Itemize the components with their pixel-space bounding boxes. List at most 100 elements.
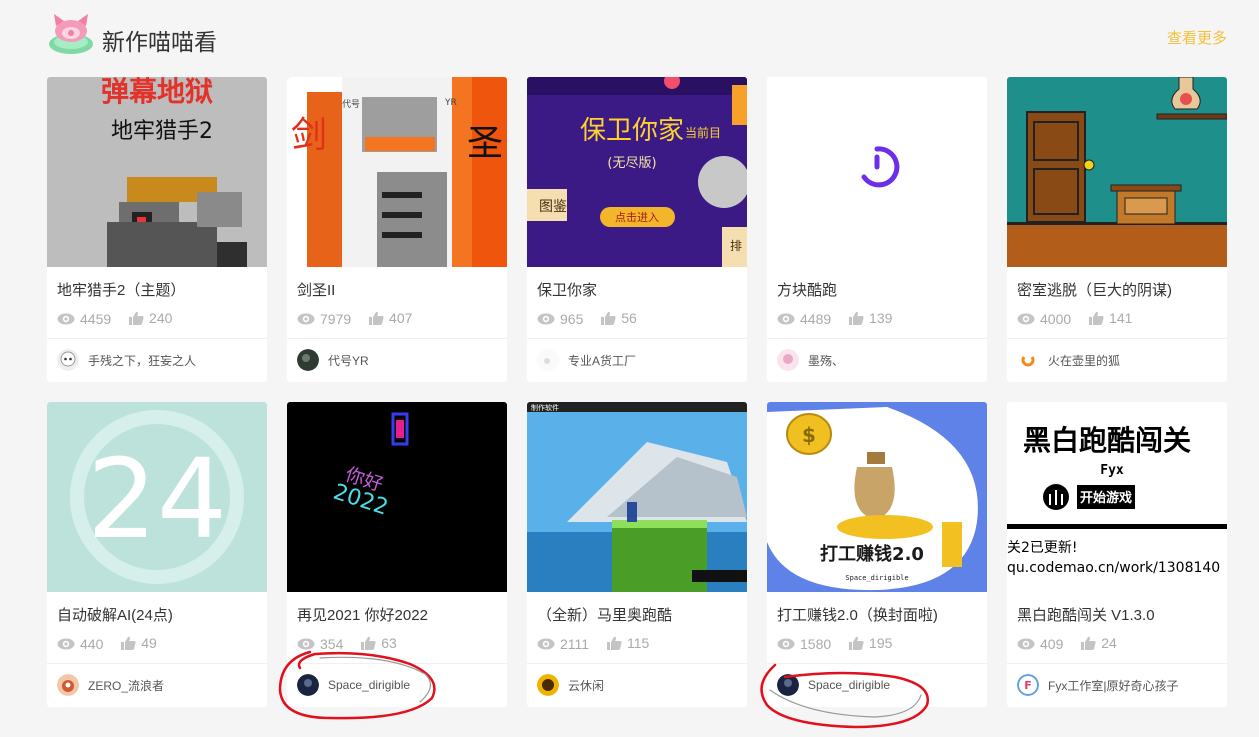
- work-title[interactable]: 再见2021 你好2022: [297, 604, 502, 625]
- avatar[interactable]: [1017, 349, 1039, 371]
- work-thumbnail[interactable]: 你好 2022: [287, 402, 507, 592]
- eye-icon: [297, 638, 315, 650]
- section-title: 新作喵喵看: [102, 29, 217, 55]
- card-divider: [47, 663, 267, 664]
- work-stats: 1580 195: [777, 635, 906, 653]
- work-thumbnail[interactable]: $ 打工赚钱2.0 Space_dirigible: [767, 402, 987, 592]
- author[interactable]: 火在壶里的狐: [1017, 348, 1120, 372]
- thumb-text: (无尽版): [607, 156, 656, 171]
- thumb-text: 保卫你家: [580, 116, 684, 146]
- avatar[interactable]: [57, 674, 79, 696]
- work-title[interactable]: 打工赚钱2.0（换封面啦): [777, 604, 982, 625]
- author[interactable]: 专业A货工厂: [537, 348, 636, 372]
- thumb-text: 制作软件: [531, 403, 559, 412]
- avatar[interactable]: [777, 674, 799, 696]
- work-title[interactable]: 密室逃脱（巨大的阴谋): [1017, 279, 1222, 300]
- thumb-text: qu.codemao.cn/work/1308140: [1007, 560, 1220, 576]
- view-count: 409: [1040, 636, 1064, 652]
- author-name[interactable]: 手残之下，狂妄之人: [88, 352, 196, 369]
- avatar[interactable]: [297, 349, 319, 371]
- work-title[interactable]: （全新）马里奥跑酷: [537, 604, 742, 625]
- author[interactable]: 手残之下，狂妄之人: [57, 348, 196, 372]
- view-count: 440: [80, 636, 104, 652]
- work-title[interactable]: 地牢猎手2（主题）: [57, 279, 262, 300]
- work-title[interactable]: 黑白跑酷闯关 V1.3.0: [1017, 604, 1222, 625]
- thumbs-up-icon: [849, 311, 864, 325]
- author[interactable]: ZERO_流浪者: [57, 673, 164, 697]
- author-name[interactable]: 云休闲: [568, 677, 604, 694]
- work-card[interactable]: 剑 圣 代号 YR 剑圣II 7979 407 代号YR: [287, 77, 507, 382]
- author-name[interactable]: 专业A货工厂: [568, 352, 636, 369]
- thumb-text: YR: [444, 98, 457, 108]
- work-card[interactable]: 24 自动破解AI(24点) 440 49 ZERO_流浪者: [47, 402, 267, 707]
- view-count: 965: [560, 311, 584, 327]
- work-thumbnail[interactable]: 保卫你家 (无尽版) 当前目 点击进入 图鉴 排: [527, 77, 747, 267]
- section-header: 新作喵喵看 查看更多: [47, 12, 1227, 62]
- thumb-text: 地牢猎手2: [111, 119, 213, 144]
- author[interactable]: F Fyx工作室|原好奇心孩子: [1017, 673, 1178, 697]
- view-count: 1580: [800, 636, 832, 652]
- work-thumbnail[interactable]: [767, 77, 987, 267]
- work-title[interactable]: 保卫你家: [537, 279, 742, 300]
- work-card[interactable]: 密室逃脱（巨大的阴谋) 4000 141 火在壶里的狐: [1007, 77, 1227, 382]
- eye-icon: [777, 313, 795, 325]
- work-card[interactable]: 保卫你家 (无尽版) 当前目 点击进入 图鉴 排 保卫你家 965 56 专业A…: [527, 77, 747, 382]
- author-name[interactable]: Space_dirigible: [328, 678, 410, 692]
- work-card[interactable]: 弹幕地狱 地牢猎手2 地牢猎手2（主题） 4459 240 手残之下，狂妄之人: [47, 77, 267, 382]
- author[interactable]: 云休闲: [537, 673, 604, 697]
- card-divider: [287, 338, 507, 339]
- author-name[interactable]: 代号YR: [328, 352, 369, 369]
- author[interactable]: Space_dirigible: [297, 673, 410, 697]
- view-count: 4489: [800, 311, 832, 327]
- author[interactable]: 墨殇、: [777, 348, 844, 372]
- view-more-link[interactable]: 查看更多: [1167, 27, 1227, 48]
- work-thumbnail[interactable]: [1007, 77, 1227, 267]
- thumb-text: 图鉴: [539, 199, 567, 215]
- eye-icon: [1017, 313, 1035, 325]
- thumb-text: Space_dirigible: [845, 574, 908, 582]
- avatar[interactable]: [537, 349, 559, 371]
- view-count: 4000: [1040, 311, 1072, 327]
- avatar[interactable]: [777, 349, 799, 371]
- work-card[interactable]: 你好 2022 再见2021 你好2022 354 63 Space_dirig…: [287, 402, 507, 707]
- work-thumbnail[interactable]: 黑白跑酷闯关 Fyx 开始游戏 关2已更新! qu.codemao.cn/wor…: [1007, 402, 1227, 592]
- work-thumbnail[interactable]: 剑 圣 代号 YR: [287, 77, 507, 267]
- thumb-text: 弹幕地狱: [101, 77, 213, 108]
- view-count: 7979: [320, 311, 352, 327]
- author-name[interactable]: Fyx工作室|原好奇心孩子: [1048, 677, 1178, 694]
- author-name[interactable]: 火在壶里的狐: [1048, 352, 1120, 369]
- author-name[interactable]: ZERO_流浪者: [88, 677, 164, 694]
- thumbs-up-icon: [129, 311, 144, 325]
- eye-icon: [537, 638, 555, 650]
- avatar[interactable]: [537, 674, 559, 696]
- work-card[interactable]: 制作软件 （全新）马里奥跑酷 2111 115 云休闲: [527, 402, 747, 707]
- like-count: 56: [621, 310, 637, 326]
- thumb-text: 24: [87, 435, 227, 563]
- thumbs-up-icon: [1089, 311, 1104, 325]
- card-divider: [527, 338, 747, 339]
- work-title[interactable]: 方块酷跑: [777, 279, 982, 300]
- thumb-text: 当前目: [685, 125, 721, 140]
- work-title[interactable]: 剑圣II: [297, 279, 502, 300]
- author-name[interactable]: Space_dirigible: [808, 678, 890, 692]
- work-card[interactable]: 方块酷跑 4489 139 墨殇、: [767, 77, 987, 382]
- work-stats: 440 49: [57, 635, 171, 653]
- card-divider: [287, 663, 507, 664]
- avatar[interactable]: [297, 674, 319, 696]
- work-card[interactable]: 黑白跑酷闯关 Fyx 开始游戏 关2已更新! qu.codemao.cn/wor…: [1007, 402, 1227, 707]
- like-count: 115: [626, 635, 650, 651]
- eye-icon: [537, 313, 555, 325]
- work-title[interactable]: 自动破解AI(24点): [57, 604, 262, 625]
- author-name[interactable]: 墨殇、: [808, 352, 844, 369]
- work-stats: 4000 141: [1017, 310, 1146, 328]
- work-stats: 965 56: [537, 310, 651, 328]
- avatar[interactable]: F: [1017, 674, 1039, 696]
- work-card[interactable]: $ 打工赚钱2.0 Space_dirigible 打工赚钱2.0（换封面啦) …: [767, 402, 987, 707]
- work-thumbnail[interactable]: 24: [47, 402, 267, 592]
- work-thumbnail[interactable]: 弹幕地狱 地牢猎手2: [47, 77, 267, 267]
- author[interactable]: 代号YR: [297, 348, 369, 372]
- avatar[interactable]: [57, 349, 79, 371]
- thumbs-up-icon: [606, 636, 622, 650]
- work-thumbnail[interactable]: 制作软件: [527, 402, 747, 592]
- author[interactable]: Space_dirigible: [777, 673, 890, 697]
